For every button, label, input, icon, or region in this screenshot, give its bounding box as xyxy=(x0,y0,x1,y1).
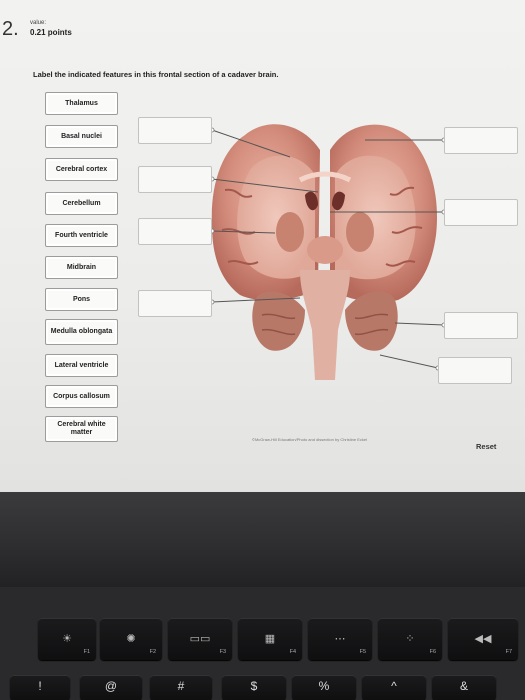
keyboard-light-down-icon: ⋯ xyxy=(334,633,346,645)
mission-control-icon: ▭▭ xyxy=(189,633,211,645)
image-credit: ©McGraw-Hill Education/Photo and dissect… xyxy=(252,437,367,442)
laptop-bezel xyxy=(0,492,525,587)
function-key-row: ☀ F1 ✺ F2 ▭▭ F3 ▦ F4 ⋯ F5 ⁘ F6 ◀◀ F7 xyxy=(0,618,525,668)
key-f1[interactable]: ☀ F1 xyxy=(38,618,96,660)
key-7[interactable]: & xyxy=(432,675,496,700)
drop-target-4[interactable] xyxy=(138,290,212,317)
drop-target-1[interactable] xyxy=(138,117,212,144)
drop-target-2[interactable] xyxy=(138,166,212,193)
drop-target-7[interactable] xyxy=(444,312,518,339)
brain-diagram xyxy=(209,124,447,380)
key-3[interactable]: # xyxy=(150,675,212,700)
key-f7[interactable]: ◀◀ F7 xyxy=(448,618,518,660)
key-f3[interactable]: ▭▭ F3 xyxy=(168,618,232,660)
drop-target-6[interactable] xyxy=(444,199,518,226)
brightness-up-icon: ✺ xyxy=(126,633,136,645)
key-2[interactable]: @ xyxy=(80,675,142,700)
drop-target-8[interactable] xyxy=(438,357,512,384)
drop-target-3[interactable] xyxy=(138,218,212,245)
keyboard-light-up-icon: ⁘ xyxy=(405,633,415,645)
drop-target-5[interactable] xyxy=(444,127,518,154)
key-f5[interactable]: ⋯ F5 xyxy=(308,618,372,660)
key-f4[interactable]: ▦ F4 xyxy=(238,618,302,660)
number-key-row: ! @ # $ % ^ & xyxy=(0,675,525,700)
key-4[interactable]: $ xyxy=(222,675,286,700)
brain-photo xyxy=(211,124,437,380)
rewind-icon: ◀◀ xyxy=(474,633,492,645)
key-f6[interactable]: ⁘ F6 xyxy=(378,618,442,660)
key-1[interactable]: ! xyxy=(10,675,70,700)
monitor-screen: 2. value: 0.21 points Label the indicate… xyxy=(0,0,525,492)
key-6[interactable]: ^ xyxy=(362,675,426,700)
reset-button[interactable]: Reset xyxy=(476,442,496,451)
key-5[interactable]: % xyxy=(292,675,356,700)
brightness-down-icon: ☀ xyxy=(62,633,72,645)
launchpad-icon: ▦ xyxy=(264,633,276,645)
key-f2[interactable]: ✺ F2 xyxy=(100,618,162,660)
